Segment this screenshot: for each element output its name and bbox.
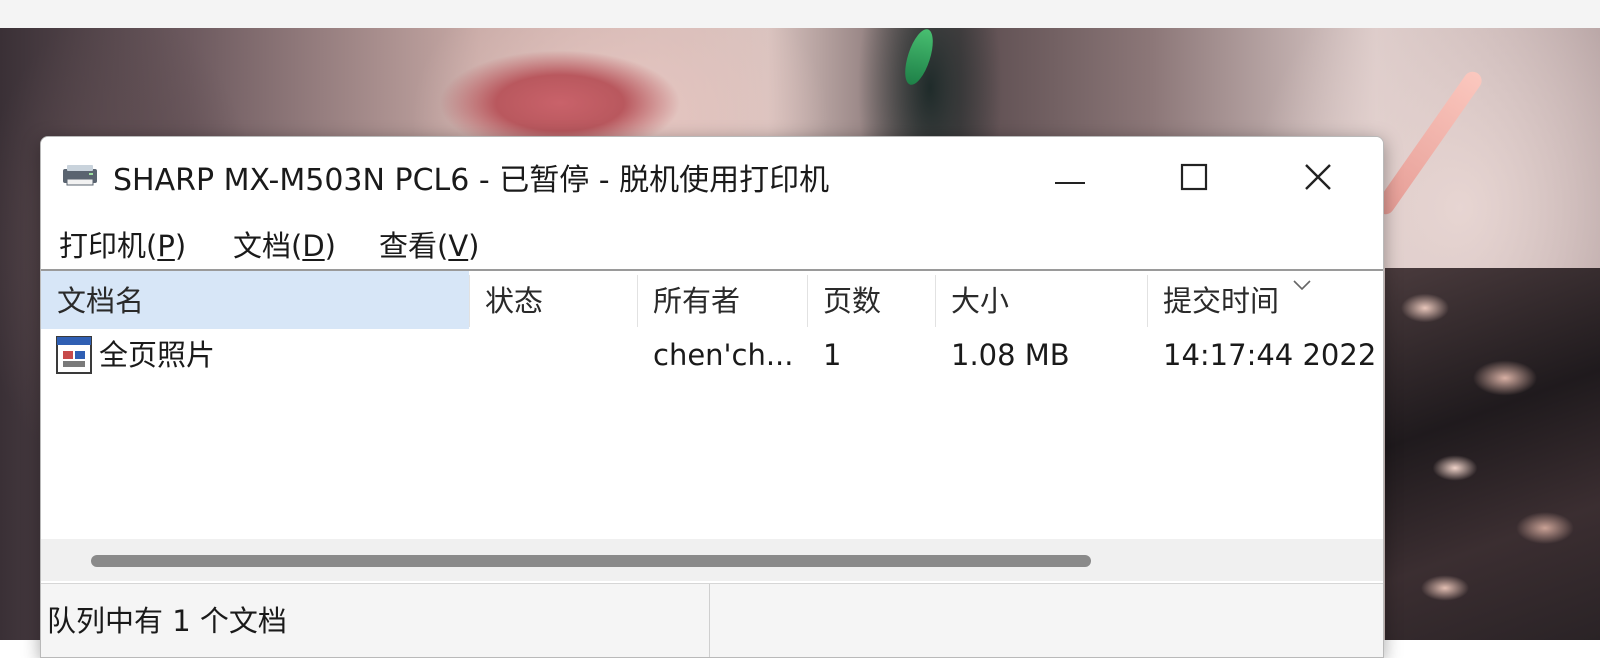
column-headers: 文档名 状态 所有者 页数 大小 提交时间 <box>41 271 1383 329</box>
close-icon <box>1304 163 1332 195</box>
column-header-name[interactable]: 文档名 <box>41 271 469 329</box>
printer-icon <box>61 163 101 187</box>
maximize-button[interactable] <box>1139 149 1249 209</box>
doc-name: 全页照片 <box>99 338 216 372</box>
status-divider <box>709 584 710 657</box>
doc-submitted: 14:17:44 2022 <box>1163 338 1377 372</box>
menu-bar: 打印机(P) 文档(D) 查看(V) <box>41 219 1383 269</box>
horizontal-scrollbar[interactable] <box>41 539 1383 581</box>
scrollbar-thumb[interactable] <box>91 555 1091 567</box>
maximize-icon <box>1180 163 1208 195</box>
window-title: SHARP MX-M503N PCL6 - 已暂停 - 脱机使用打印机 <box>113 163 830 198</box>
wallpaper-accent <box>899 28 939 88</box>
document-icon <box>55 335 93 379</box>
title-bar[interactable]: SHARP MX-M503N PCL6 - 已暂停 - 脱机使用打印机 <box>41 137 1383 215</box>
status-bar: 队列中有 1 个文档 <box>41 583 1383 657</box>
column-header-owner[interactable]: 所有者 <box>637 271 807 329</box>
menu-document[interactable]: 文档(D) <box>233 223 336 265</box>
close-button[interactable] <box>1263 149 1373 209</box>
menu-printer[interactable]: 打印机(P) <box>59 223 186 265</box>
chevron-down-icon <box>1293 275 1311 294</box>
column-header-size[interactable]: 大小 <box>935 271 1147 329</box>
document-list: 文档名 状态 所有者 页数 大小 提交时间 全页照片 chen'ch... 1 … <box>41 269 1383 541</box>
status-text: 队列中有 1 个文档 <box>47 604 287 638</box>
column-header-status[interactable]: 状态 <box>469 271 637 329</box>
wallpaper-accent <box>1372 68 1486 218</box>
doc-owner: chen'ch... <box>653 338 794 372</box>
doc-size: 1.08 MB <box>951 338 1070 372</box>
top-strip <box>0 0 1600 28</box>
wallpaper-pattern <box>1385 268 1600 640</box>
menu-view[interactable]: 查看(V) <box>379 223 480 265</box>
table-row[interactable]: 全页照片 chen'ch... 1 1.08 MB 14:17:44 2022 <box>41 329 1383 381</box>
column-header-submitted[interactable]: 提交时间 <box>1147 271 1383 329</box>
minimize-button[interactable] <box>1015 149 1125 209</box>
column-header-pages[interactable]: 页数 <box>807 271 935 329</box>
print-queue-window: SHARP MX-M503N PCL6 - 已暂停 - 脱机使用打印机 打印机(… <box>40 136 1384 658</box>
minimize-icon <box>1055 170 1085 189</box>
doc-pages: 1 <box>823 338 842 372</box>
doc-status <box>485 329 635 381</box>
